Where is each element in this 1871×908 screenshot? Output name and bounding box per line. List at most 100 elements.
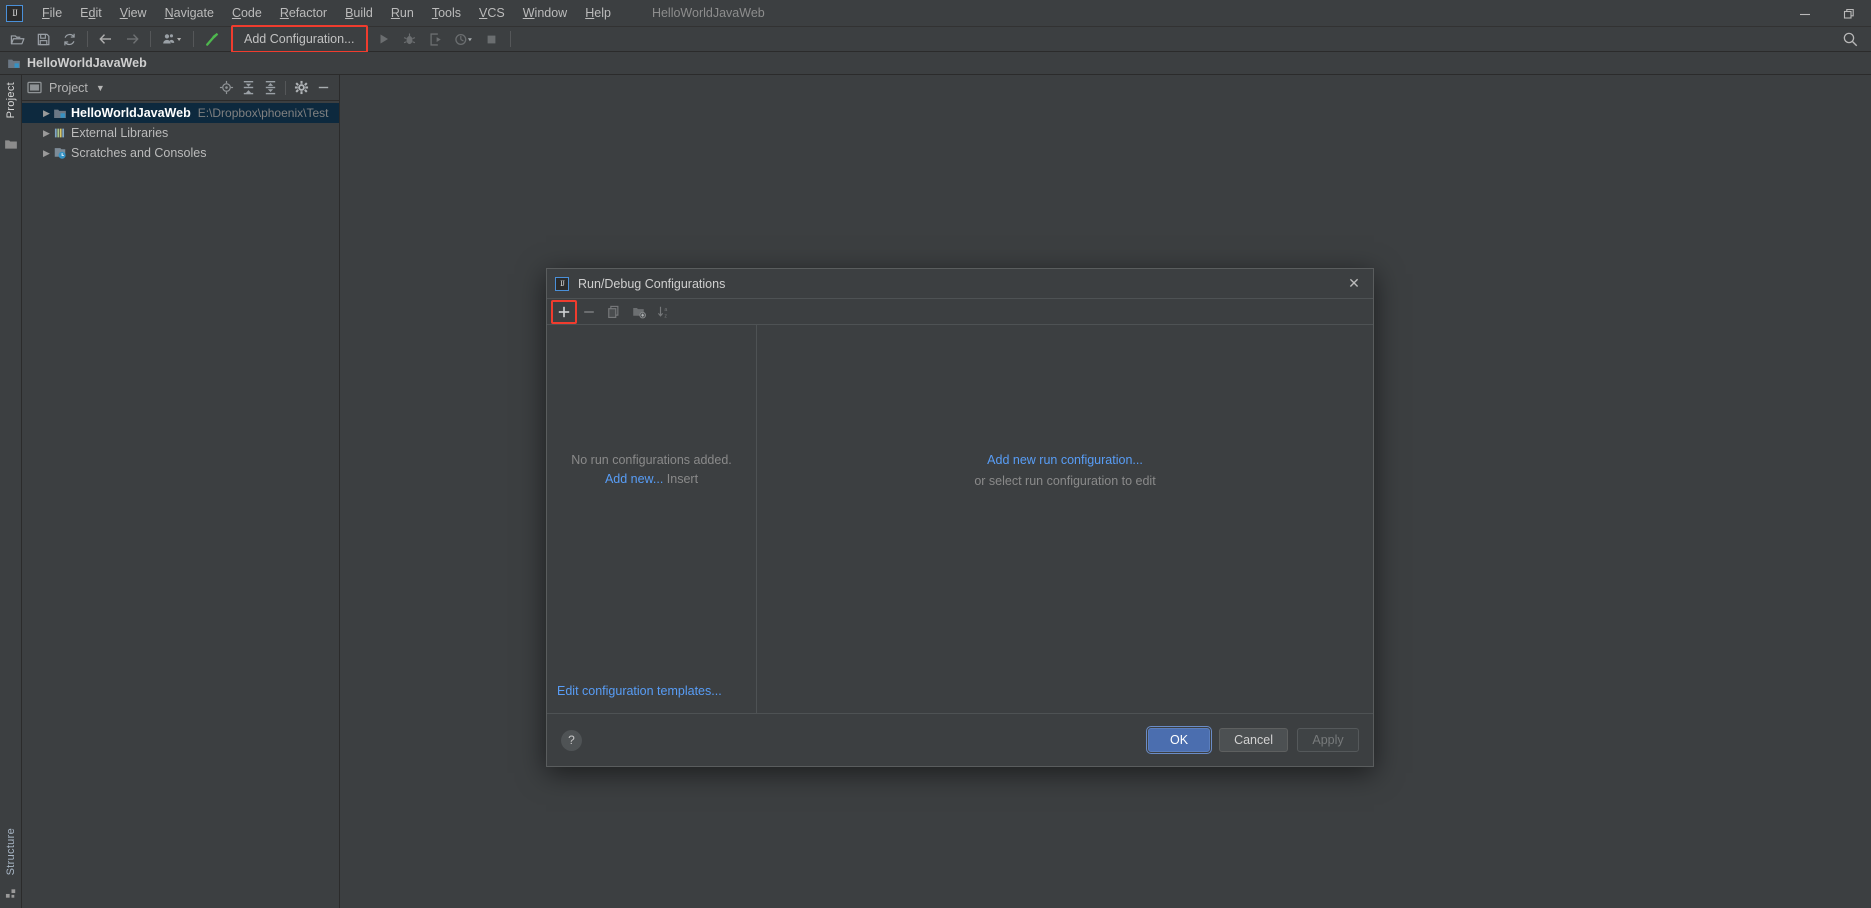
project-tree: ▶ HelloWorldJavaWeb E:\Dropbox\phoenix\T… [22, 101, 339, 163]
structure-icon [5, 889, 15, 898]
add-configuration-button[interactable]: Add Configuration... [234, 29, 365, 49]
stripe-icon-folder[interactable] [1, 137, 21, 151]
open-project-icon[interactable] [5, 28, 29, 51]
dialog-title: Run/Debug Configurations [578, 276, 726, 291]
tree-node-label: Scratches and Consoles [71, 146, 207, 160]
tree-node-scratches-and-consoles[interactable]: ▶ Scratches and Consoles [22, 143, 339, 163]
dialog-toolbar: a z [547, 299, 1373, 325]
dialog-body: No run configurations added. Add new... … [547, 325, 1373, 713]
folder-add-icon[interactable] [628, 301, 650, 323]
add-new-link[interactable]: Add new... [605, 472, 663, 486]
forward-arrow-icon[interactable] [120, 28, 144, 51]
folder-icon [5, 140, 17, 149]
project-structure-icon[interactable] [157, 28, 187, 51]
libraries-icon [54, 128, 65, 138]
navigation-bar: HelloWorldJavaWeb [0, 52, 1871, 75]
menu-navigate[interactable]: Navigate [156, 3, 223, 23]
save-all-icon[interactable] [31, 28, 55, 51]
intellij-logo-icon: IJ [6, 4, 23, 22]
help-button[interactable]: ? [561, 729, 582, 751]
select-configuration-hint: or select run configuration to edit [974, 474, 1156, 488]
tree-node-path: E:\Dropbox\phoenix\Test [197, 106, 329, 120]
scratches-icon [54, 148, 66, 159]
menu-file[interactable]: File [33, 3, 71, 23]
menu-tools[interactable]: Tools [423, 3, 470, 23]
stripe-button-structure[interactable]: Structure [1, 825, 21, 878]
svg-text:z: z [664, 313, 667, 319]
add-new-run-configuration-row: Add new run configuration... [987, 453, 1143, 467]
tree-node-label: HelloWorldJavaWeb [71, 106, 191, 120]
module-icon [54, 109, 66, 118]
menu-build[interactable]: Build [336, 3, 382, 23]
toolbar-separator-3 [193, 31, 194, 47]
configuration-details-panel: Add new run configuration... or select r… [757, 325, 1373, 713]
run-with-coverage-icon[interactable] [424, 28, 448, 51]
tree-node-label: External Libraries [71, 126, 169, 140]
project-actions-separator [285, 80, 286, 95]
project-tool-window-title[interactable]: Project [49, 81, 88, 95]
menu-bar: IJ File Edit View Navigate Code Refactor… [0, 0, 1871, 27]
sort-az-icon[interactable]: a z [653, 301, 675, 323]
sync-icon[interactable] [57, 28, 81, 51]
configurations-list-panel: No run configurations added. Add new... … [547, 325, 757, 713]
cancel-button[interactable]: Cancel [1219, 728, 1288, 752]
chevron-right-icon[interactable]: ▶ [40, 148, 53, 159]
tree-node-helloworldjavaweb[interactable]: ▶ HelloWorldJavaWeb E:\Dropbox\phoenix\T… [22, 103, 339, 123]
run-icon[interactable] [372, 28, 396, 51]
left-tool-stripe: Project Structure [0, 75, 22, 908]
add-new-shortcut: Insert [666, 472, 699, 486]
tree-node-external-libraries[interactable]: ▶ External Libraries [22, 123, 339, 143]
edit-configuration-templates-link[interactable]: Edit configuration templates... [557, 684, 722, 698]
add-configuration-wrapper: Add Configuration... [231, 25, 368, 53]
empty-configurations-message: No run configurations added. Add new... … [547, 325, 756, 684]
close-icon[interactable]: ✕ [1343, 273, 1365, 295]
gear-icon[interactable] [290, 77, 312, 99]
dialog-title-bar: IJ Run/Debug Configurations ✕ [547, 269, 1373, 299]
minimize-button[interactable] [1783, 0, 1827, 27]
ok-button[interactable]: OK [1146, 726, 1213, 754]
add-configuration-button[interactable] [551, 299, 577, 324]
intellij-logo-icon: IJ [555, 276, 569, 291]
hide-panel-icon[interactable] [312, 77, 334, 99]
run-debug-configurations-dialog: IJ Run/Debug Configurations ✕ a z No run… [546, 268, 1374, 767]
locate-icon[interactable] [215, 77, 237, 99]
collapse-all-icon[interactable] [259, 77, 281, 99]
menu-help[interactable]: Help [576, 3, 620, 23]
module-icon [8, 59, 20, 68]
debug-icon[interactable] [398, 28, 422, 51]
back-arrow-icon[interactable] [94, 28, 118, 51]
window-title: HelloWorldJavaWeb [651, 6, 765, 20]
toolbar-separator [87, 31, 88, 47]
breadcrumb[interactable]: HelloWorldJavaWeb [7, 56, 147, 70]
menu-vcs[interactable]: VCS [470, 3, 514, 23]
add-new-hint: Add new... Insert [605, 472, 698, 486]
menu-refactor[interactable]: Refactor [271, 3, 336, 23]
copy-configuration-button[interactable] [603, 301, 625, 323]
svg-text:a: a [664, 306, 667, 312]
chevron-right-icon[interactable]: ▶ [40, 128, 53, 139]
remove-configuration-button[interactable] [578, 301, 600, 323]
chevron-down-icon[interactable]: ▼ [96, 83, 105, 93]
build-hammer-icon[interactable] [200, 28, 224, 51]
profiler-icon[interactable] [450, 28, 478, 51]
menu-edit[interactable]: Edit [71, 3, 111, 23]
maximize-restore-button[interactable] [1827, 0, 1871, 27]
expand-all-icon[interactable] [237, 77, 259, 99]
stripe-button-project[interactable]: Project [1, 79, 21, 121]
toolbar-separator-4 [509, 31, 511, 47]
search-everywhere-icon[interactable] [1842, 31, 1859, 48]
chevron-right-icon[interactable]: ▶ [40, 108, 53, 119]
apply-button[interactable]: Apply [1297, 728, 1359, 752]
stop-icon[interactable] [480, 28, 504, 51]
main-toolbar: Add Configuration... [0, 25, 1871, 53]
project-view-icon [27, 81, 42, 94]
no-configurations-text: No run configurations added. [571, 453, 732, 467]
stripe-icon-structure-glyph[interactable] [1, 887, 21, 900]
menu-run[interactable]: Run [382, 3, 423, 23]
add-new-run-configuration-link[interactable]: Add new run configuration... [987, 453, 1143, 467]
menu-window[interactable]: Window [514, 3, 576, 23]
dialog-footer: ? OK Cancel Apply [547, 713, 1373, 766]
menu-view[interactable]: View [111, 3, 156, 23]
menu-code[interactable]: Code [223, 3, 271, 23]
project-tool-window: Project ▼ ▶ HelloWorldJavaWeb E:\Dropbox… [22, 75, 340, 908]
